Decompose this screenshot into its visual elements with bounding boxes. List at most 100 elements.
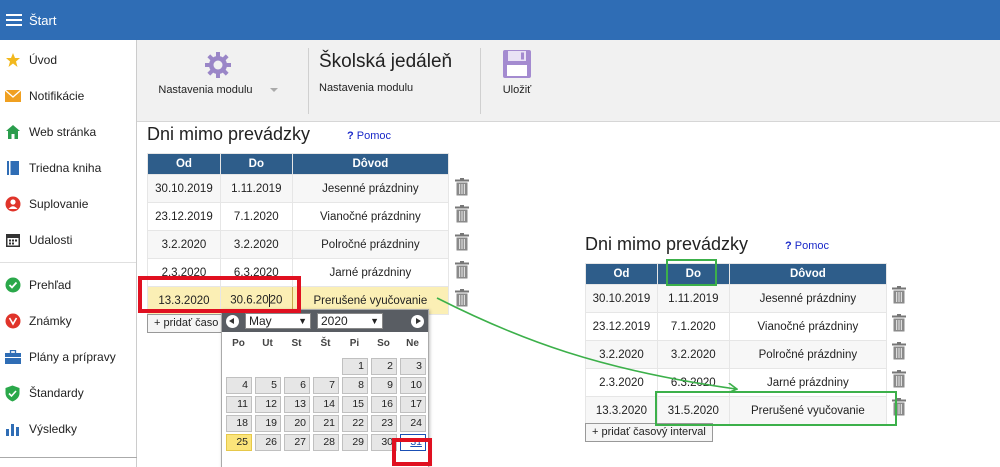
- calendar-day[interactable]: 19: [255, 415, 281, 432]
- top-bar: Štart: [0, 0, 1000, 40]
- sidebar-item-notifikacie[interactable]: Notifikácie: [0, 78, 136, 114]
- trash-icon[interactable]: [892, 370, 906, 388]
- calendar-day[interactable]: 5: [255, 377, 281, 394]
- cell-from[interactable]: 2.3.2020: [147, 258, 221, 287]
- previous-month-icon[interactable]: [226, 314, 239, 328]
- sidebar-item-standardy[interactable]: Štandardy: [0, 375, 136, 411]
- cell-reason[interactable]: Vianočné prázdniny: [728, 312, 888, 341]
- calendar-day[interactable]: 8: [342, 377, 368, 394]
- trash-icon[interactable]: [455, 289, 469, 307]
- menu-icon[interactable]: [6, 14, 22, 26]
- year-select[interactable]: 2020 ▼: [317, 313, 383, 329]
- next-month-icon[interactable]: [411, 314, 424, 328]
- calendar-day[interactable]: 1: [342, 358, 368, 375]
- calendar-day[interactable]: 20: [284, 415, 310, 432]
- cell-reason[interactable]: Jesenné prázdniny: [291, 174, 450, 203]
- calendar-day[interactable]: 22: [342, 415, 368, 432]
- calendar-day[interactable]: 31: [400, 434, 426, 451]
- calendar-day[interactable]: 29: [342, 434, 368, 451]
- book-icon: [4, 160, 21, 177]
- calendar-day[interactable]: 17: [400, 396, 426, 413]
- trash-icon[interactable]: [455, 233, 469, 251]
- calendar-day[interactable]: 18: [226, 415, 252, 432]
- cell-reason[interactable]: Jarné prázdniny: [291, 258, 450, 287]
- calendar-day[interactable]: 6: [284, 377, 310, 394]
- trash-icon[interactable]: [455, 178, 469, 196]
- trash-icon[interactable]: [455, 205, 469, 223]
- calendar-day[interactable]: 23: [371, 415, 397, 432]
- cell-to[interactable]: 3.2.2020: [219, 230, 293, 259]
- year-value: 2020: [321, 314, 348, 328]
- month-select[interactable]: May ▼: [245, 313, 311, 329]
- calendar-day[interactable]: 9: [371, 377, 397, 394]
- column-header-reason: Dôvod: [728, 263, 888, 285]
- calendar-day[interactable]: 27: [284, 434, 310, 451]
- cell-from[interactable]: 23.12.2019: [147, 202, 221, 231]
- cell-to[interactable]: 7.1.2020: [219, 202, 293, 231]
- calendar-day[interactable]: 28: [313, 434, 339, 451]
- sidebar-item-prehlad[interactable]: Prehľad: [0, 267, 136, 303]
- cell-to[interactable]: 6.3.2020: [219, 258, 293, 287]
- cell-to[interactable]: 1.11.2019: [656, 284, 730, 313]
- calendar-day[interactable]: 7: [313, 377, 339, 394]
- trash-icon[interactable]: [455, 261, 469, 279]
- sidebar-item-znamky[interactable]: Známky: [0, 303, 136, 339]
- calendar-day[interactable]: 11: [226, 396, 252, 413]
- cell-from[interactable]: 30.10.2019: [147, 174, 221, 203]
- app-title[interactable]: Štart: [29, 13, 56, 28]
- cell-reason[interactable]: Jesenné prázdniny: [728, 284, 888, 313]
- cell-from[interactable]: 13.3.2020: [585, 396, 658, 425]
- calendar-day[interactable]: 2: [371, 358, 397, 375]
- cell-from[interactable]: 3.2.2020: [585, 340, 658, 369]
- calendar-day[interactable]: 26: [255, 434, 281, 451]
- add-interval-button[interactable]: + pridať časový interval: [585, 423, 713, 442]
- sidebar-item-web-stranka[interactable]: Web stránka: [0, 114, 136, 150]
- trash-icon[interactable]: [892, 314, 906, 332]
- cell-reason[interactable]: Polročné prázdniny: [291, 230, 450, 259]
- trash-icon[interactable]: [892, 398, 906, 416]
- sidebar-item-udalosti[interactable]: Udalosti: [0, 222, 136, 258]
- sidebar-item-triedna-kniha[interactable]: Triedna kniha: [0, 150, 136, 186]
- cell-to[interactable]: 1.11.2019: [219, 174, 293, 203]
- calendar-day[interactable]: 14: [313, 396, 339, 413]
- calendar-day[interactable]: 15: [342, 396, 368, 413]
- cell-from[interactable]: 23.12.2019: [585, 312, 658, 341]
- cell-to[interactable]: 7.1.2020: [656, 312, 730, 341]
- chevron-down-icon[interactable]: [269, 88, 278, 93]
- cell-from[interactable]: 2.3.2020: [585, 368, 658, 397]
- sidebar-item-vysledky[interactable]: Výsledky: [0, 411, 136, 447]
- cell-from[interactable]: 13.3.2020: [147, 286, 221, 315]
- date-to-text-end: 20: [269, 294, 283, 307]
- trash-icon[interactable]: [892, 342, 906, 360]
- calendar-day[interactable]: 24: [400, 415, 426, 432]
- help-link[interactable]: ? Pomoc: [785, 240, 829, 252]
- cell-to[interactable]: 6.3.2020: [656, 368, 730, 397]
- cell-to[interactable]: 31.5.2020: [656, 396, 730, 425]
- cell-to[interactable]: 3.2.2020: [656, 340, 730, 369]
- calendar-day[interactable]: 21: [313, 415, 339, 432]
- calendar-day[interactable]: 12: [255, 396, 281, 413]
- cell-reason[interactable]: Polročné prázdniny: [728, 340, 888, 369]
- sidebar-item-uvod[interactable]: Úvod: [0, 42, 136, 78]
- help-link[interactable]: ? Pomoc: [347, 130, 391, 142]
- add-interval-button[interactable]: + pridať časo: [147, 314, 225, 333]
- calendar-day[interactable]: 25: [226, 434, 252, 451]
- weekday-label: Pi: [349, 338, 360, 349]
- calendar-day[interactable]: 16: [371, 396, 397, 413]
- weekday-label: Št: [320, 338, 331, 349]
- cell-reason[interactable]: Jarné prázdniny: [728, 368, 888, 397]
- cell-reason[interactable]: Prerušené vyučovanie: [728, 396, 888, 425]
- trash-icon[interactable]: [892, 286, 906, 304]
- cell-from[interactable]: 30.10.2019: [585, 284, 658, 313]
- cell-reason[interactable]: Vianočné prázdniny: [291, 202, 450, 231]
- module-settings-button[interactable]: Nastavenia modulu: [137, 40, 299, 122]
- calendar-day[interactable]: 4: [226, 377, 252, 394]
- cell-from[interactable]: 3.2.2020: [147, 230, 221, 259]
- save-button[interactable]: Uložiť: [495, 40, 539, 122]
- sidebar-item-suplovanie[interactable]: Suplovanie: [0, 186, 136, 222]
- calendar-day[interactable]: 10: [400, 377, 426, 394]
- calendar-day[interactable]: 3: [400, 358, 426, 375]
- sidebar-item-plany-a-pripravy[interactable]: Plány a prípravy: [0, 339, 136, 375]
- calendar-day[interactable]: 30: [371, 434, 397, 451]
- calendar-day[interactable]: 13: [284, 396, 310, 413]
